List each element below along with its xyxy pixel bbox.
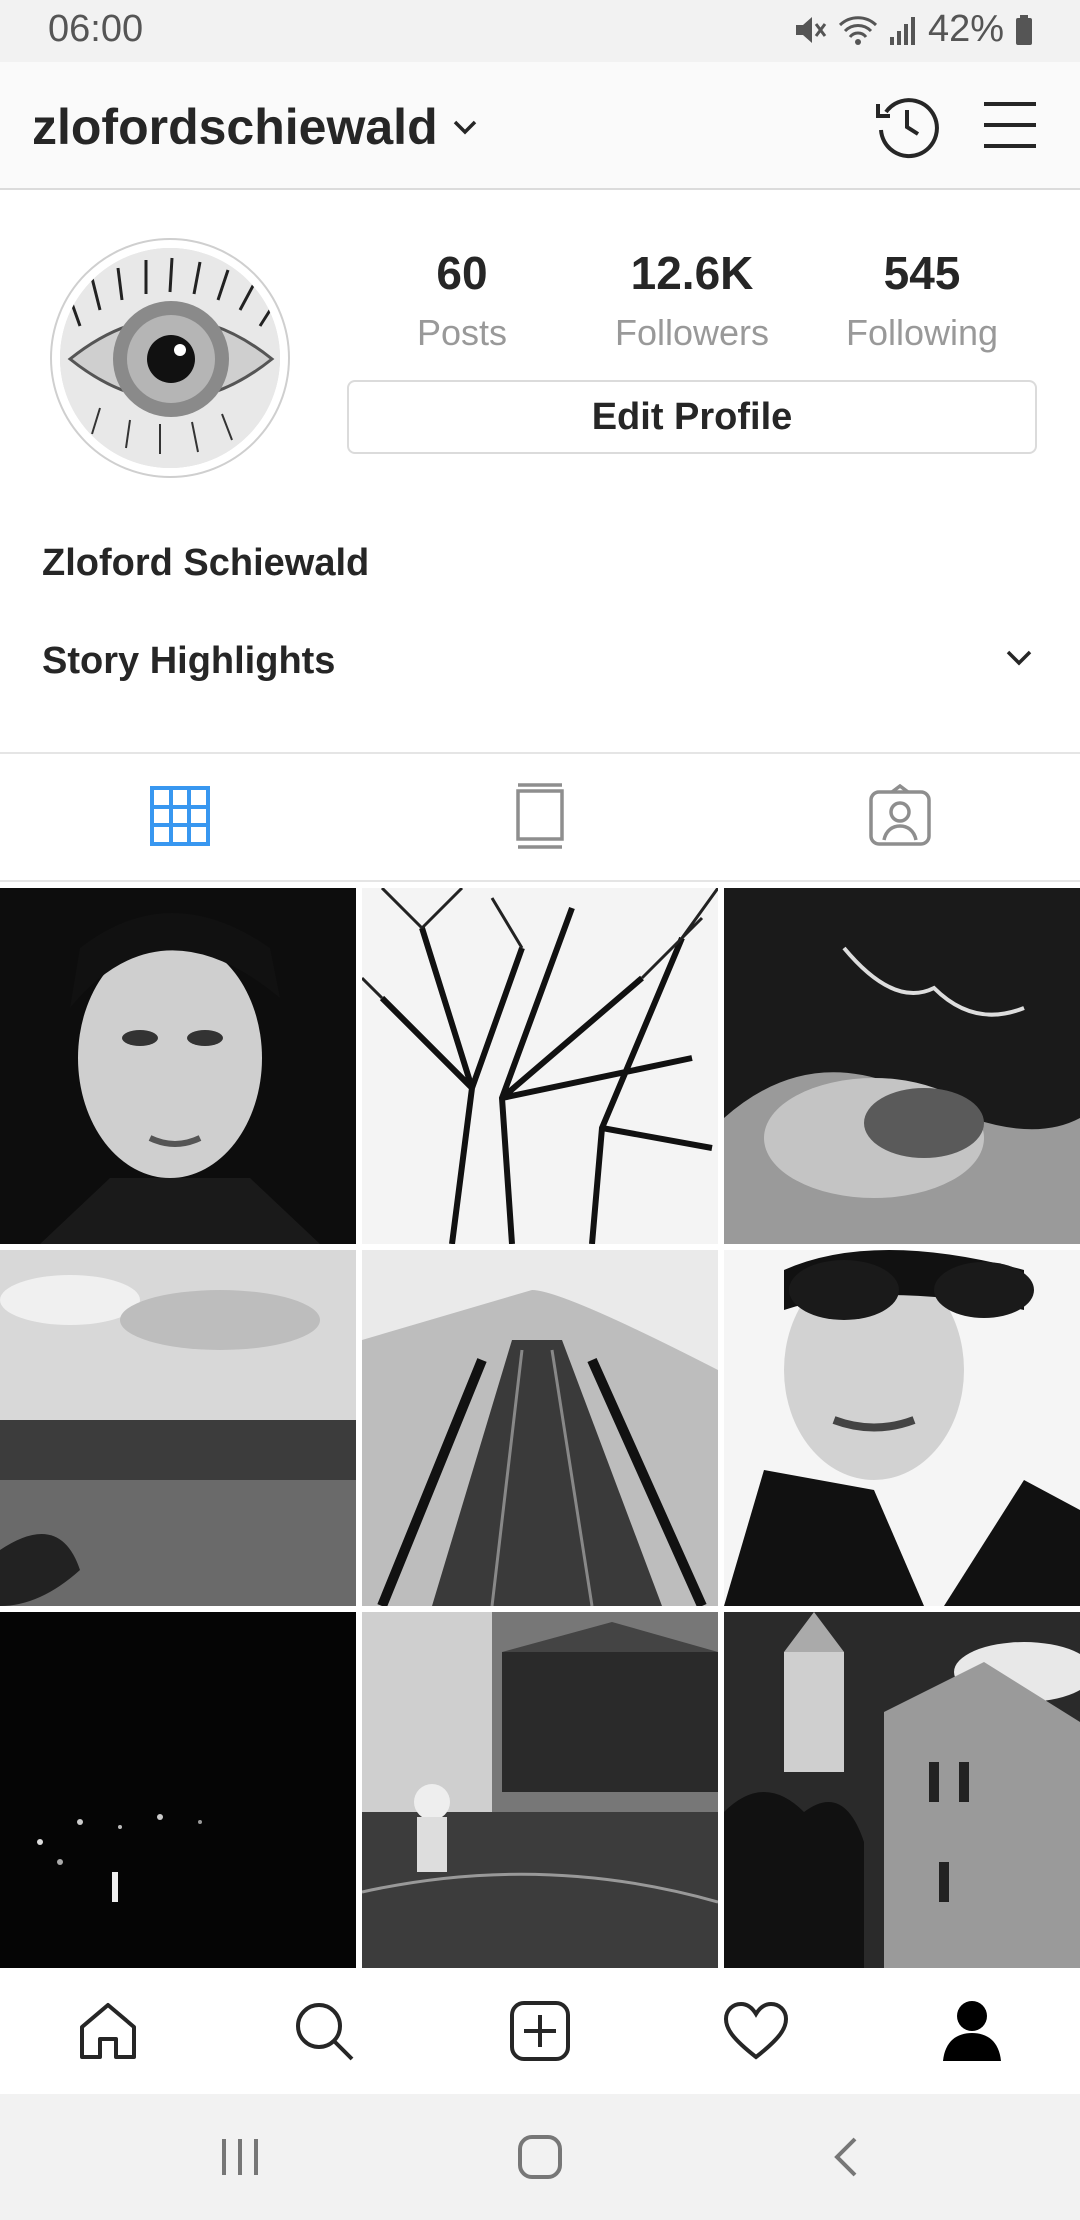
- avatar-image: [60, 248, 280, 468]
- full-name: Zloford Schiewald: [42, 542, 370, 584]
- post-thumbnail[interactable]: [0, 1612, 356, 1968]
- tab-feed[interactable]: [360, 756, 720, 876]
- tab-tagged[interactable]: [720, 756, 1080, 876]
- followers-count: 12.6K: [630, 247, 754, 299]
- portrait-photo: [0, 888, 356, 1244]
- tagged-icon: [869, 784, 931, 846]
- home-square-icon: [518, 2135, 562, 2179]
- trees-photo: [362, 888, 718, 1244]
- feed-icon: [516, 783, 564, 849]
- posts-label: Posts: [416, 312, 508, 353]
- post-thumbnail[interactable]: [724, 888, 1080, 1244]
- recents-icon: [222, 2139, 258, 2175]
- profile-icon: [943, 2001, 1001, 2061]
- signal-icon: [889, 16, 915, 45]
- top-app-bar: zlofordschiewald: [0, 62, 1080, 190]
- post-thumbnail[interactable]: [362, 888, 718, 1244]
- story-highlights-toggle[interactable]: [1004, 648, 1034, 673]
- edit-profile-button[interactable]: Edit Profile: [347, 380, 1037, 454]
- nav-activity[interactable]: [648, 1968, 864, 2094]
- post-thumbnail[interactable]: [0, 1250, 356, 1606]
- post-thumbnail[interactable]: [0, 888, 356, 1244]
- divider: [0, 752, 1080, 754]
- posts-count: 60: [436, 247, 488, 299]
- following-count: 545: [883, 247, 961, 299]
- nav-profile[interactable]: [864, 1968, 1080, 2094]
- posts-stat[interactable]: 60 Posts: [347, 246, 577, 354]
- grid-icon: [150, 786, 210, 846]
- back-button[interactable]: [666, 2094, 1026, 2220]
- status-icons: 42%: [792, 8, 1034, 51]
- following-label: Following: [845, 312, 999, 353]
- rock-formation-photo: [724, 888, 1080, 1244]
- menu-button[interactable]: [982, 100, 1038, 155]
- post-thumbnail[interactable]: [362, 1612, 718, 1968]
- escalator-tunnel-photo: [362, 1250, 718, 1606]
- back-arrow-icon: [834, 2137, 857, 2177]
- home-icon: [80, 2003, 136, 2059]
- following-stat[interactable]: 545 Following: [807, 246, 1037, 354]
- status-time: 06:00: [48, 8, 144, 50]
- divider: [0, 880, 1080, 882]
- night-lights-photo: [0, 1612, 356, 1968]
- church-tower-photo: [724, 1612, 1080, 1968]
- history-icon: [876, 98, 939, 159]
- post-thumbnail[interactable]: [724, 1250, 1080, 1606]
- eye-image: [60, 248, 280, 468]
- chevron-down-icon: [1006, 650, 1032, 666]
- tab-grid[interactable]: [0, 756, 360, 876]
- story-highlights-label[interactable]: Story Highlights: [42, 640, 335, 683]
- landscape-photo: [0, 1250, 356, 1606]
- account-switcher[interactable]: zlofordschiewald: [32, 98, 478, 156]
- sunglasses-portrait-photo: [724, 1250, 1080, 1606]
- battery-icon: [1016, 14, 1032, 45]
- bottom-nav: [0, 1968, 1080, 2094]
- heart-icon: [723, 2001, 789, 2060]
- status-bar: 06:00 42%: [0, 0, 1080, 62]
- search-icon: [296, 2003, 354, 2061]
- post-thumbnail[interactable]: [724, 1612, 1080, 1968]
- battery-percent: 42%: [927, 8, 1004, 50]
- street-cafe-photo: [362, 1612, 718, 1968]
- username: zlofordschiewald: [32, 99, 438, 155]
- post-thumbnail[interactable]: [362, 1250, 718, 1606]
- nav-home[interactable]: [0, 1968, 216, 2094]
- nav-add-post[interactable]: [432, 1968, 648, 2094]
- mute-icon: [795, 16, 827, 43]
- add-post-icon: [510, 2001, 570, 2061]
- system-nav-bar: [0, 2094, 1080, 2220]
- chevron-down-icon: [453, 120, 476, 135]
- hamburger-icon: [984, 102, 1036, 148]
- followers-stat[interactable]: 12.6K Followers: [577, 246, 807, 354]
- avatar[interactable]: [50, 238, 290, 478]
- nav-search[interactable]: [216, 1968, 432, 2094]
- followers-label: Followers: [614, 312, 770, 353]
- wifi-icon: [838, 15, 877, 45]
- archive-button[interactable]: [872, 90, 942, 165]
